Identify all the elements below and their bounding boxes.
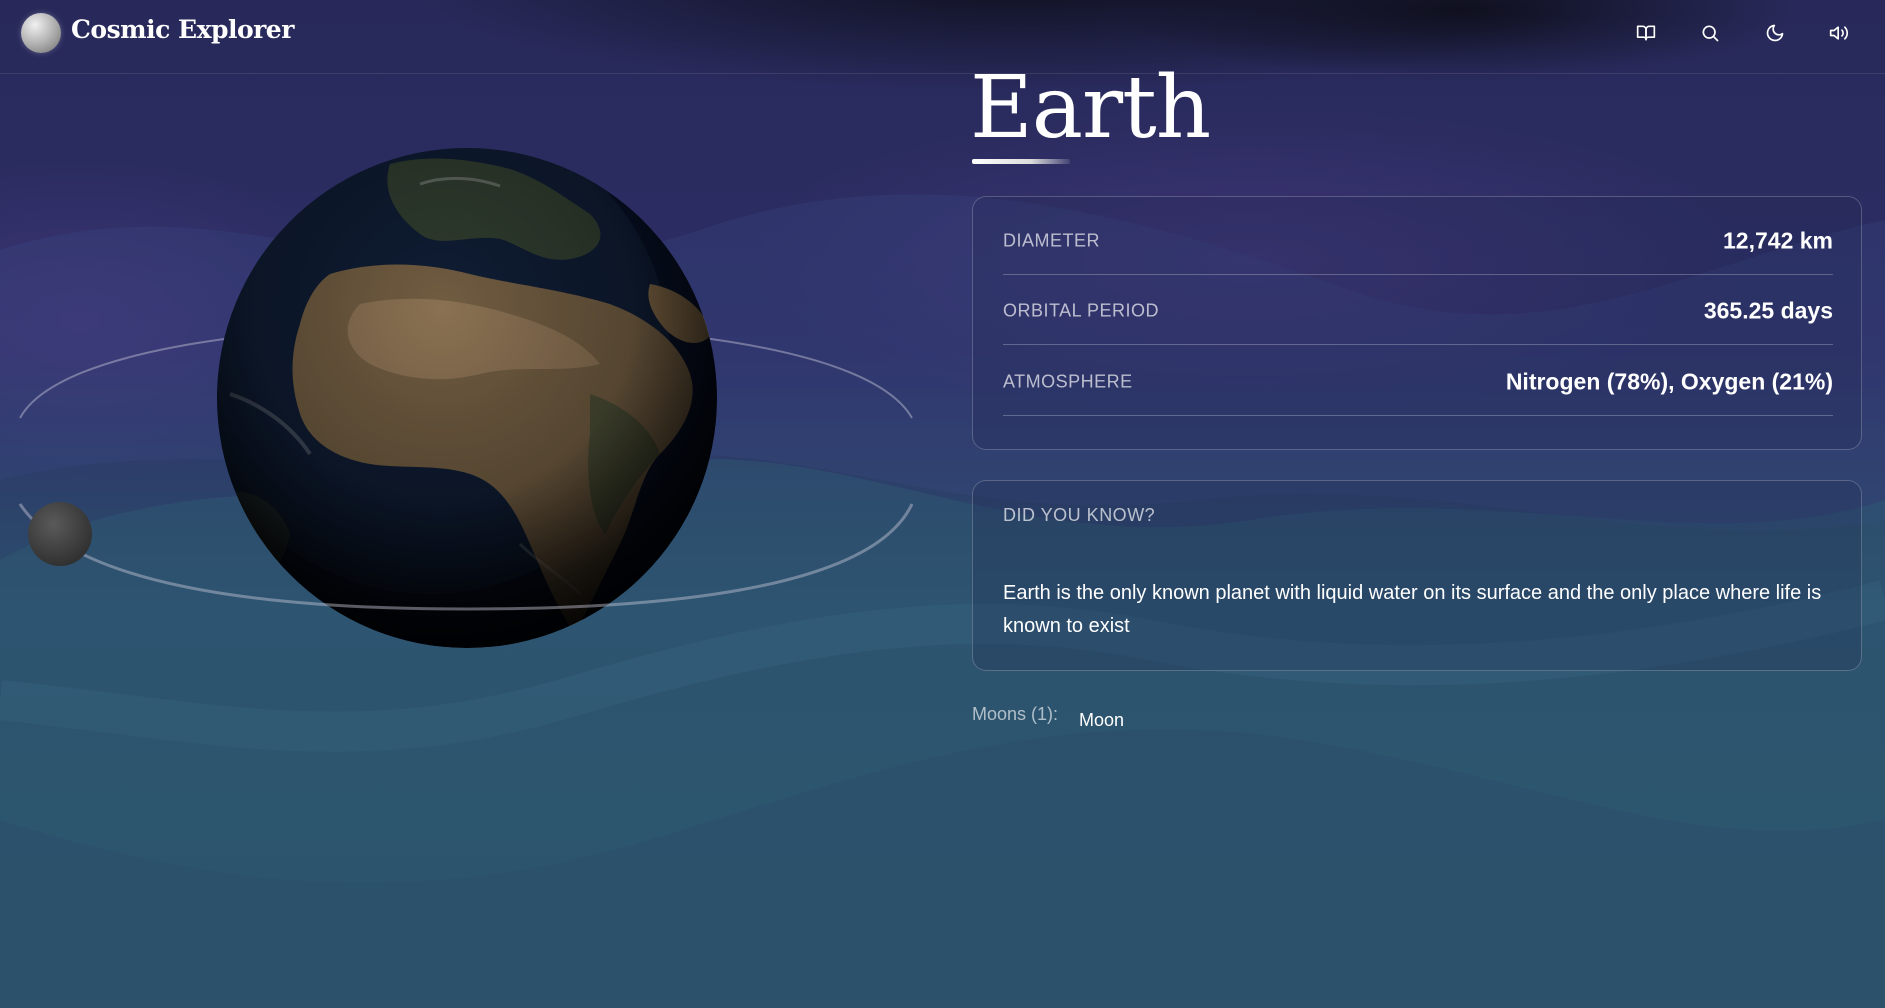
planet-stats-card: DIAMETER 12,742 km ORBITAL PERIOD 365.25… <box>972 196 1862 450</box>
planet-viewer[interactable] <box>0 74 930 714</box>
fact-label: ORBITAL PERIOD <box>1003 300 1160 321</box>
book-open-button[interactable] <box>1630 17 1662 49</box>
fact-label: ATMOSPHERE <box>1003 371 1133 392</box>
moon-link[interactable]: Moon <box>1079 710 1124 731</box>
fact-value: 12,742 km <box>1723 227 1833 254</box>
orbiting-moon[interactable] <box>28 502 92 566</box>
logo-orb-icon[interactable] <box>21 13 61 53</box>
did-you-know-card: DID YOU KNOW? Earth is the only known pl… <box>972 480 1862 671</box>
theme-toggle-button[interactable] <box>1759 17 1791 49</box>
fact-row-diameter: DIAMETER 12,742 km <box>1003 205 1833 275</box>
book-open-icon <box>1636 25 1656 41</box>
app-title[interactable]: Cosmic Explorer <box>71 15 294 44</box>
fact-value: Nitrogen (78%), Oxygen (21%) <box>1505 368 1833 395</box>
fact-row-orbital-period: ORBITAL PERIOD 365.25 days <box>1003 275 1833 345</box>
fact-label: DIAMETER <box>1003 230 1101 251</box>
title-underline <box>972 159 1070 164</box>
trivia-text: Earth is the only known planet with liqu… <box>1003 582 1822 637</box>
volume-icon <box>1829 26 1849 40</box>
fact-row-atmosphere: ATMOSPHERE Nitrogen (78%), Oxygen (21%) <box>1003 346 1833 416</box>
planet-name: Earth <box>970 58 1211 158</box>
moon-icon <box>1766 24 1784 42</box>
trivia-heading: DID YOU KNOW? <box>1003 505 1156 525</box>
fact-value: 365.25 days <box>1703 297 1833 324</box>
moons-label: Moons (1): <box>972 704 1059 724</box>
earth-globe[interactable] <box>190 114 717 648</box>
search-icon <box>1702 25 1719 42</box>
app-root: Cosmic Explorer Earth DIAMETER 12,742 km… <box>0 0 1885 1008</box>
top-navigation-bar: Cosmic Explorer <box>0 0 1885 74</box>
search-button[interactable] <box>1694 17 1726 49</box>
sound-toggle-button[interactable] <box>1823 17 1855 49</box>
